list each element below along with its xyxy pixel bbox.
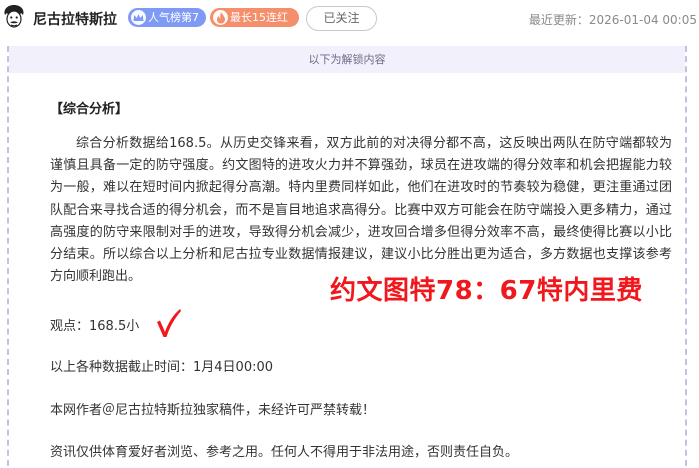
popularity-badge-label: 人气榜第7 [148, 11, 199, 24]
flame-icon [213, 10, 228, 25]
disclaimer-text: 资讯仅供体育爱好者浏览、参考之用。任何人不得用于非法用途，否则责任自负。 [50, 445, 519, 460]
article-header: 尼古拉特斯拉 人气榜第7 最长15连红 已关注 最近更新：2026-01-04 … [0, 0, 699, 38]
einstein-avatar-icon [2, 4, 26, 30]
author-name[interactable]: 尼古拉特斯拉 [33, 9, 117, 29]
last-update: 最近更新：2026-01-04 00:05 [529, 11, 697, 28]
viewpoint-text: 观点：168.5小 [50, 319, 140, 334]
popularity-badge: 人气榜第7 [128, 8, 206, 27]
data-cutoff-text: 以上各种数据截止时间：1月4日00:00 [50, 360, 274, 375]
author-avatar[interactable] [2, 4, 26, 30]
follow-button[interactable]: 已关注 [306, 6, 377, 31]
streak-badge-label: 最长15连红 [230, 11, 288, 24]
crown-icon [131, 10, 146, 25]
streak-badge: 最长15连红 [210, 8, 299, 27]
last-update-label: 最近更新： [528, 13, 589, 27]
unlock-notice: 以下为解锁内容 [9, 46, 685, 73]
section-heading: 【综合分析】 [50, 102, 129, 117]
copyright-notice: 本网作者＠尼古拉特斯拉独家稿件，未经许可严禁转载！ [50, 403, 376, 418]
analysis-paragraph: 综合分析数据给168.5。从历史交锋来看，双方此前的对决得分都不高，这反映出两队… [50, 136, 672, 285]
last-update-time: 2026-01-04 00:05 [588, 13, 697, 27]
match-result-overlay: 约文图特78：67特内里费 [330, 276, 643, 306]
red-checkmark-icon [157, 309, 181, 337]
